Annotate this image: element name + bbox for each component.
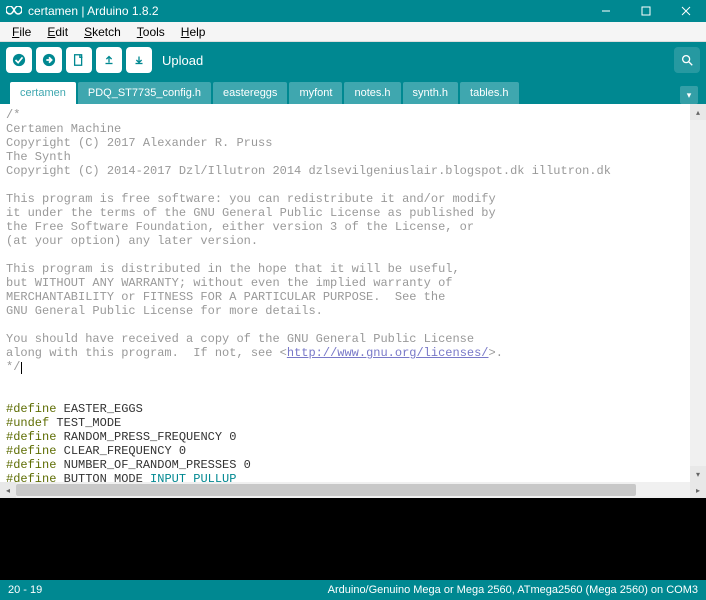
- text-cursor: [21, 362, 22, 374]
- code-line: the Free Software Foundation, either ver…: [6, 220, 474, 234]
- close-button[interactable]: [666, 0, 706, 22]
- code-line: This program is free software: you can r…: [6, 192, 496, 206]
- menu-bar: File Edit Sketch Tools Help: [0, 22, 706, 42]
- code-line: /*: [6, 108, 20, 122]
- menu-file[interactable]: File: [6, 23, 37, 41]
- tab-myfont[interactable]: myfont: [289, 82, 342, 104]
- scroll-left-button[interactable]: ◂: [0, 482, 16, 498]
- code-line: GNU General Public License for more deta…: [6, 304, 323, 318]
- tab-synth[interactable]: synth.h: [403, 82, 458, 104]
- code-line: RANDOM_PRESS_FREQUENCY 0: [56, 430, 236, 444]
- code-line: Copyright (C) 2014-2017 Dzl/Illutron 201…: [6, 164, 611, 178]
- window-title: certamen | Arduino 1.8.2: [28, 4, 586, 18]
- vertical-scrollbar[interactable]: ▴ ▾: [690, 104, 706, 482]
- code-keyword: #define: [6, 458, 56, 472]
- status-line-col: 20 - 19: [8, 584, 42, 596]
- tab-certamen[interactable]: certamen: [10, 82, 76, 104]
- horizontal-scrollbar[interactable]: ◂ ▸: [0, 482, 706, 498]
- console-panel[interactable]: [0, 498, 706, 580]
- maximize-button[interactable]: [626, 0, 666, 22]
- menu-tools[interactable]: Tools: [131, 23, 171, 41]
- code-link[interactable]: http://www.gnu.org/licenses/: [287, 346, 489, 360]
- code-line: (at your option) any later version.: [6, 234, 258, 248]
- code-line: */: [6, 360, 20, 374]
- menu-help[interactable]: Help: [175, 23, 212, 41]
- verify-button[interactable]: [6, 47, 32, 73]
- code-line: >.: [489, 346, 503, 360]
- code-keyword: #define: [6, 472, 56, 482]
- code-line: Certamen Machine: [6, 122, 121, 136]
- code-keyword: #define: [6, 444, 56, 458]
- tab-bar: certamen PDQ_ST7735_config.h eastereggs …: [0, 78, 706, 104]
- tab-notes[interactable]: notes.h: [344, 82, 400, 104]
- code-constant: INPUT_PULLUP: [150, 472, 236, 482]
- code-editor[interactable]: /* Certamen Machine Copyright (C) 2017 A…: [0, 104, 690, 482]
- code-line: along with this program. If not, see <: [6, 346, 287, 360]
- code-line: MERCHANTABILITY or FITNESS FOR A PARTICU…: [6, 290, 445, 304]
- upload-label: Upload: [162, 53, 203, 68]
- new-sketch-button[interactable]: [66, 47, 92, 73]
- scroll-right-button[interactable]: ▸: [690, 482, 706, 498]
- code-line: This program is distributed in the hope …: [6, 262, 460, 276]
- toolbar: Upload: [0, 42, 706, 78]
- code-line: The Synth: [6, 150, 71, 164]
- tab-tables[interactable]: tables.h: [460, 82, 519, 104]
- code-line: EASTER_EGGS: [56, 402, 142, 416]
- status-board-info: Arduino/Genuino Mega or Mega 2560, ATmeg…: [328, 584, 698, 596]
- menu-sketch[interactable]: Sketch: [78, 23, 127, 41]
- code-line: it under the terms of the GNU General Pu…: [6, 206, 496, 220]
- scroll-thumb[interactable]: [16, 484, 636, 496]
- scroll-up-button[interactable]: ▴: [690, 104, 706, 120]
- code-keyword: #define: [6, 430, 56, 444]
- scroll-track[interactable]: [690, 120, 706, 466]
- code-line: NUMBER_OF_RANDOM_PRESSES 0: [56, 458, 250, 472]
- code-keyword: #define: [6, 402, 56, 416]
- tab-pdq-config[interactable]: PDQ_ST7735_config.h: [78, 82, 211, 104]
- arduino-logo-icon: [6, 6, 22, 16]
- tab-dropdown-button[interactable]: ▾: [680, 86, 698, 104]
- upload-button[interactable]: [36, 47, 62, 73]
- code-line: but WITHOUT ANY WARRANTY; without even t…: [6, 276, 452, 290]
- minimize-button[interactable]: [586, 0, 626, 22]
- code-line: You should have received a copy of the G…: [6, 332, 474, 346]
- scroll-track[interactable]: [16, 482, 690, 498]
- editor-area: /* Certamen Machine Copyright (C) 2017 A…: [0, 104, 706, 482]
- code-line: CLEAR_FREQUENCY 0: [56, 444, 186, 458]
- open-sketch-button[interactable]: [96, 47, 122, 73]
- code-keyword: #undef: [6, 416, 49, 430]
- title-bar: certamen | Arduino 1.8.2: [0, 0, 706, 22]
- code-line: TEST_MODE: [49, 416, 121, 430]
- serial-monitor-button[interactable]: [674, 47, 700, 73]
- status-bar: 20 - 19 Arduino/Genuino Mega or Mega 256…: [0, 580, 706, 600]
- menu-edit[interactable]: Edit: [41, 23, 74, 41]
- code-line: Copyright (C) 2017 Alexander R. Pruss: [6, 136, 272, 150]
- scroll-down-button[interactable]: ▾: [690, 466, 706, 482]
- save-sketch-button[interactable]: [126, 47, 152, 73]
- tab-eastereggs[interactable]: eastereggs: [213, 82, 287, 104]
- code-line: BUTTON_MODE: [56, 472, 150, 482]
